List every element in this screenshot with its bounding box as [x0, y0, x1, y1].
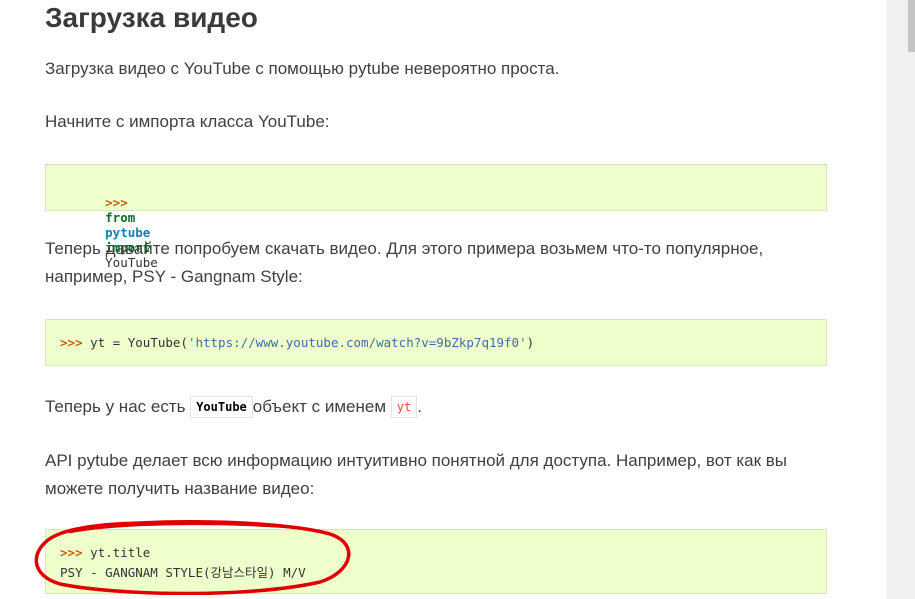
object-paragraph: Теперь у нас есть YouTube объект с именем… — [45, 393, 835, 421]
page-title: Загрузка видео — [45, 2, 258, 33]
code-suffix: ) — [526, 335, 535, 350]
object-prefix: Теперь у нас есть — [45, 397, 186, 416]
scrollbar-thumb[interactable] — [908, 0, 915, 52]
import-hint-paragraph: Начните с импорта класса YouTube: — [45, 112, 330, 131]
keyword-from: from — [105, 210, 136, 225]
url-string: 'https://www.youtube.com/watch?v=9bZkp7q… — [187, 335, 527, 350]
prompt: >>> — [60, 545, 83, 560]
api-hint-paragraph: API pytube делает всю информацию интуити… — [45, 451, 788, 498]
intro-paragraph: Загрузка видео с YouTube с помощью pytub… — [45, 59, 560, 78]
object-suffix: . — [417, 397, 422, 416]
code-title: yt.title — [90, 545, 151, 560]
code-prefix: yt = YouTube( — [90, 335, 188, 350]
prompt: >>> — [60, 335, 83, 350]
code-block-import: >>> from pytube import YouTube — [45, 164, 827, 270]
code-block-create: >>> yt = YouTube('https://www.youtube.co… — [45, 319, 827, 366]
download-hint-paragraph: Теперь давайте попробуем скачать видео. … — [45, 239, 764, 286]
scrollbar[interactable] — [887, 0, 915, 599]
inline-code-yt: yt — [390, 396, 418, 418]
inline-code-youtube: YouTube — [190, 396, 253, 418]
object-middle: объект с именем — [252, 397, 387, 416]
code-output: PSY - GANGNAM STYLE(강남스타일) M/V — [60, 565, 306, 580]
code-block-title: >>> yt.title PSY - GANGNAM STYLE(강남스타일) … — [45, 529, 827, 594]
prompt: >>> — [105, 195, 128, 210]
